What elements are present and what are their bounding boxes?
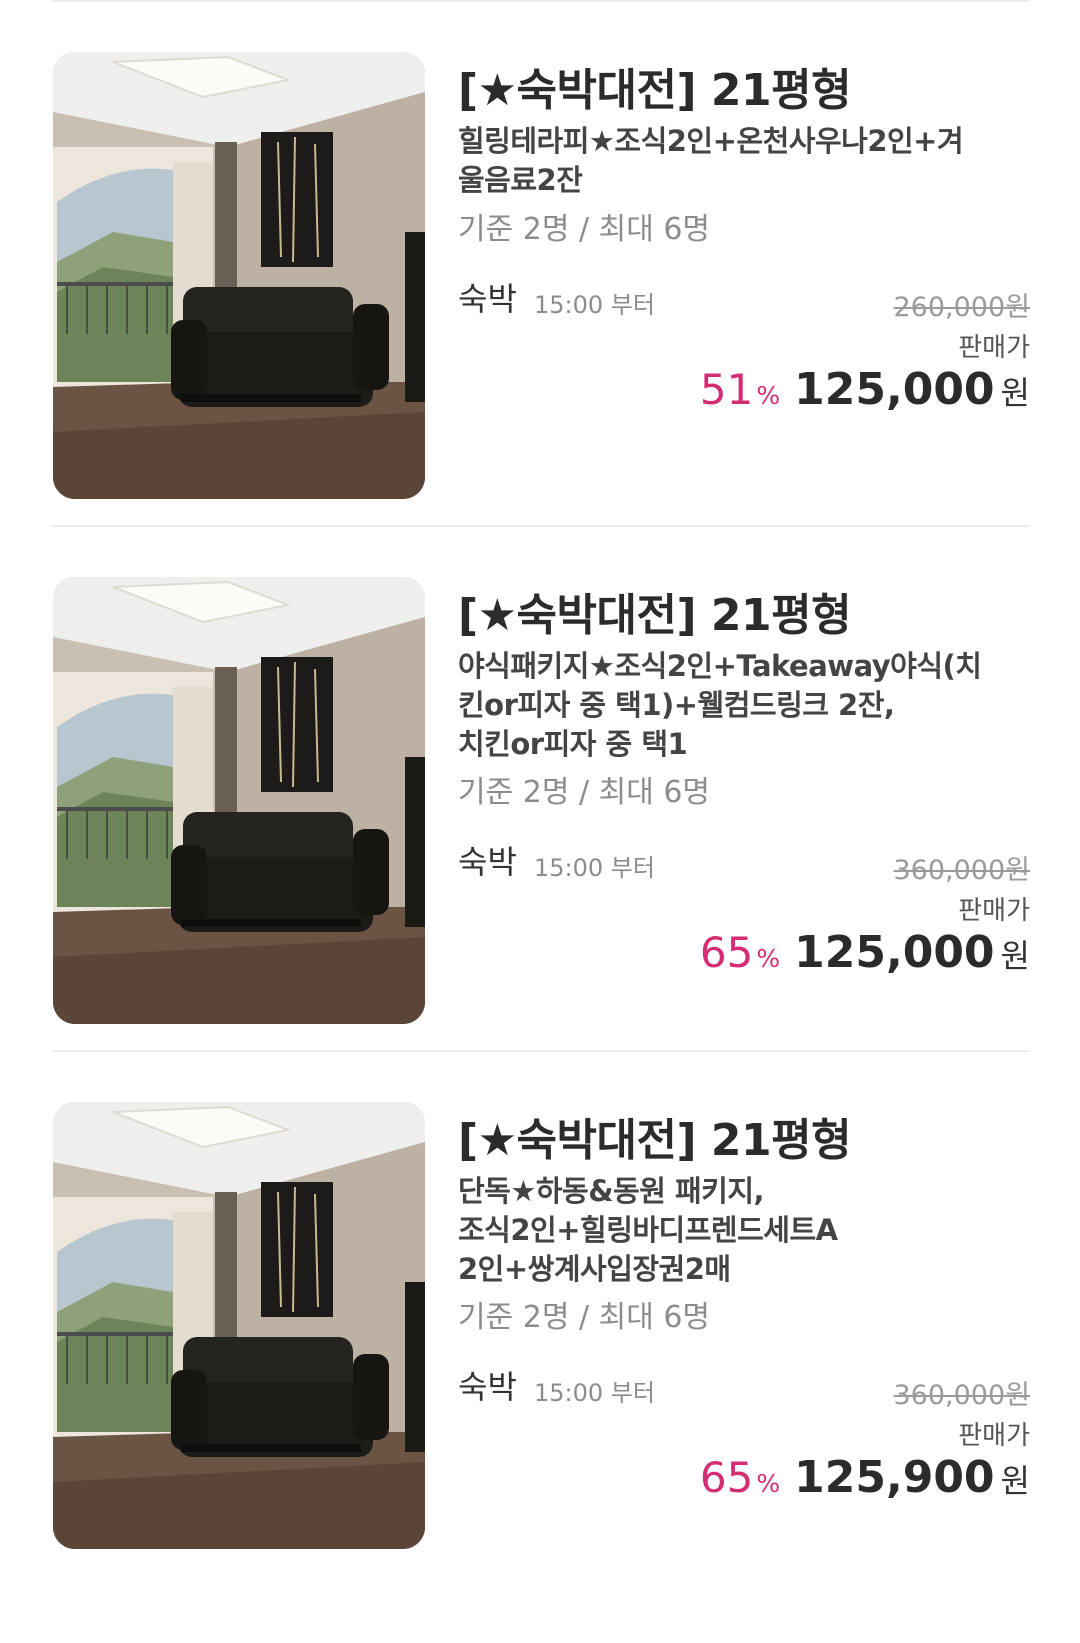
capacity-text: 기준 2명 / 최대 6명: [458, 1300, 711, 1335]
room-title: [★숙박대전] 21평형: [458, 1115, 852, 1166]
sale-price: 125,000: [794, 364, 995, 415]
description-line: 치킨or피자 중 택1: [458, 727, 688, 761]
discount-percent-sign: %: [756, 1469, 781, 1498]
checkin-time: 15:00 부터: [534, 854, 655, 882]
stay-type-label: 숙박: [458, 843, 517, 881]
description-line: 단독★하동&동원 패키지,: [458, 1174, 765, 1208]
room-list: [★숙박대전] 21평형 힐링테라피★조식2인+온천사우나2인+겨 울음료2잔 …: [0, 0, 1080, 1643]
description-line: 야식패키지★조식2인+Takeaway야식(치: [458, 649, 982, 683]
sale-price-label: 판매가: [958, 896, 1030, 926]
room-title: [★숙박대전] 21평형: [458, 590, 852, 641]
divider: [52, 0, 1030, 2]
room-photo[interactable]: [53, 1102, 425, 1549]
price-line: 65 % 125,900 원: [700, 1452, 1030, 1503]
description-line: 힐링테라피★조식2인+온천사우나2인+겨: [458, 124, 964, 158]
package-description: 야식패키지★조식2인+Takeaway야식(치 킨or피자 중 택1)+웰컴드링…: [458, 647, 1018, 764]
description-line: 울음료2잔: [458, 163, 583, 197]
room-info: [★숙박대전] 21평형 힐링테라피★조식2인+온천사우나2인+겨 울음료2잔 …: [458, 52, 1030, 502]
room-photo[interactable]: [53, 52, 425, 499]
room-info: [★숙박대전] 21평형 단독★하동&동원 패키지, 조식2인+힐링바디프렌드세…: [458, 1102, 1030, 1552]
sale-price: 125,000: [794, 927, 995, 978]
checkin-time: 15:00 부터: [534, 291, 655, 319]
description-line: 2인+쌍계사입장권2매: [458, 1252, 731, 1286]
room-info: [★숙박대전] 21평형 야식패키지★조식2인+Takeaway야식(치 킨or…: [458, 577, 1030, 1027]
price-line: 51 % 125,000 원: [700, 364, 1030, 415]
description-line: 킨or피자 중 택1)+웰컴드링크 2잔,: [458, 688, 895, 722]
currency-unit: 원: [1000, 1462, 1030, 1500]
capacity-text: 기준 2명 / 최대 6명: [458, 775, 711, 810]
currency-unit: 원: [1000, 937, 1030, 975]
description-line: 조식2인+힐링바디프렌드세트A: [458, 1213, 838, 1247]
checkin-time: 15:00 부터: [534, 1379, 655, 1407]
discount-percent-sign: %: [756, 381, 781, 410]
divider: [52, 525, 1030, 527]
room-photo[interactable]: [53, 577, 425, 1024]
sale-price-label: 판매가: [958, 333, 1030, 363]
package-description: 단독★하동&동원 패키지, 조식2인+힐링바디프렌드세트A 2인+쌍계사입장권2…: [458, 1172, 1018, 1289]
stay-type-label: 숙박: [458, 1368, 517, 1406]
capacity-text: 기준 2명 / 최대 6명: [458, 212, 711, 247]
discount-rate: 65: [699, 928, 754, 977]
sale-price: 125,900: [794, 1452, 995, 1503]
room-card[interactable]: [★숙박대전] 21평형 힐링테라피★조식2인+온천사우나2인+겨 울음료2잔 …: [0, 52, 1080, 502]
discount-percent-sign: %: [756, 944, 781, 973]
sale-price-label: 판매가: [958, 1421, 1030, 1451]
discount-rate: 51: [699, 365, 754, 414]
room-card[interactable]: [★숙박대전] 21평형 야식패키지★조식2인+Takeaway야식(치 킨or…: [0, 577, 1080, 1027]
room-card[interactable]: [★숙박대전] 21평형 단독★하동&동원 패키지, 조식2인+힐링바디프렌드세…: [0, 1102, 1080, 1552]
original-price: 360,000원: [893, 1380, 1031, 1411]
original-price: 360,000원: [893, 855, 1031, 886]
package-description: 힐링테라피★조식2인+온천사우나2인+겨 울음료2잔: [458, 122, 1018, 200]
room-title: [★숙박대전] 21평형: [458, 65, 852, 116]
discount-rate: 65: [699, 1453, 754, 1502]
currency-unit: 원: [1000, 374, 1030, 412]
divider: [52, 1050, 1030, 1052]
original-price: 260,000원: [893, 292, 1031, 323]
price-line: 65 % 125,000 원: [700, 927, 1030, 978]
stay-type-label: 숙박: [458, 280, 517, 318]
